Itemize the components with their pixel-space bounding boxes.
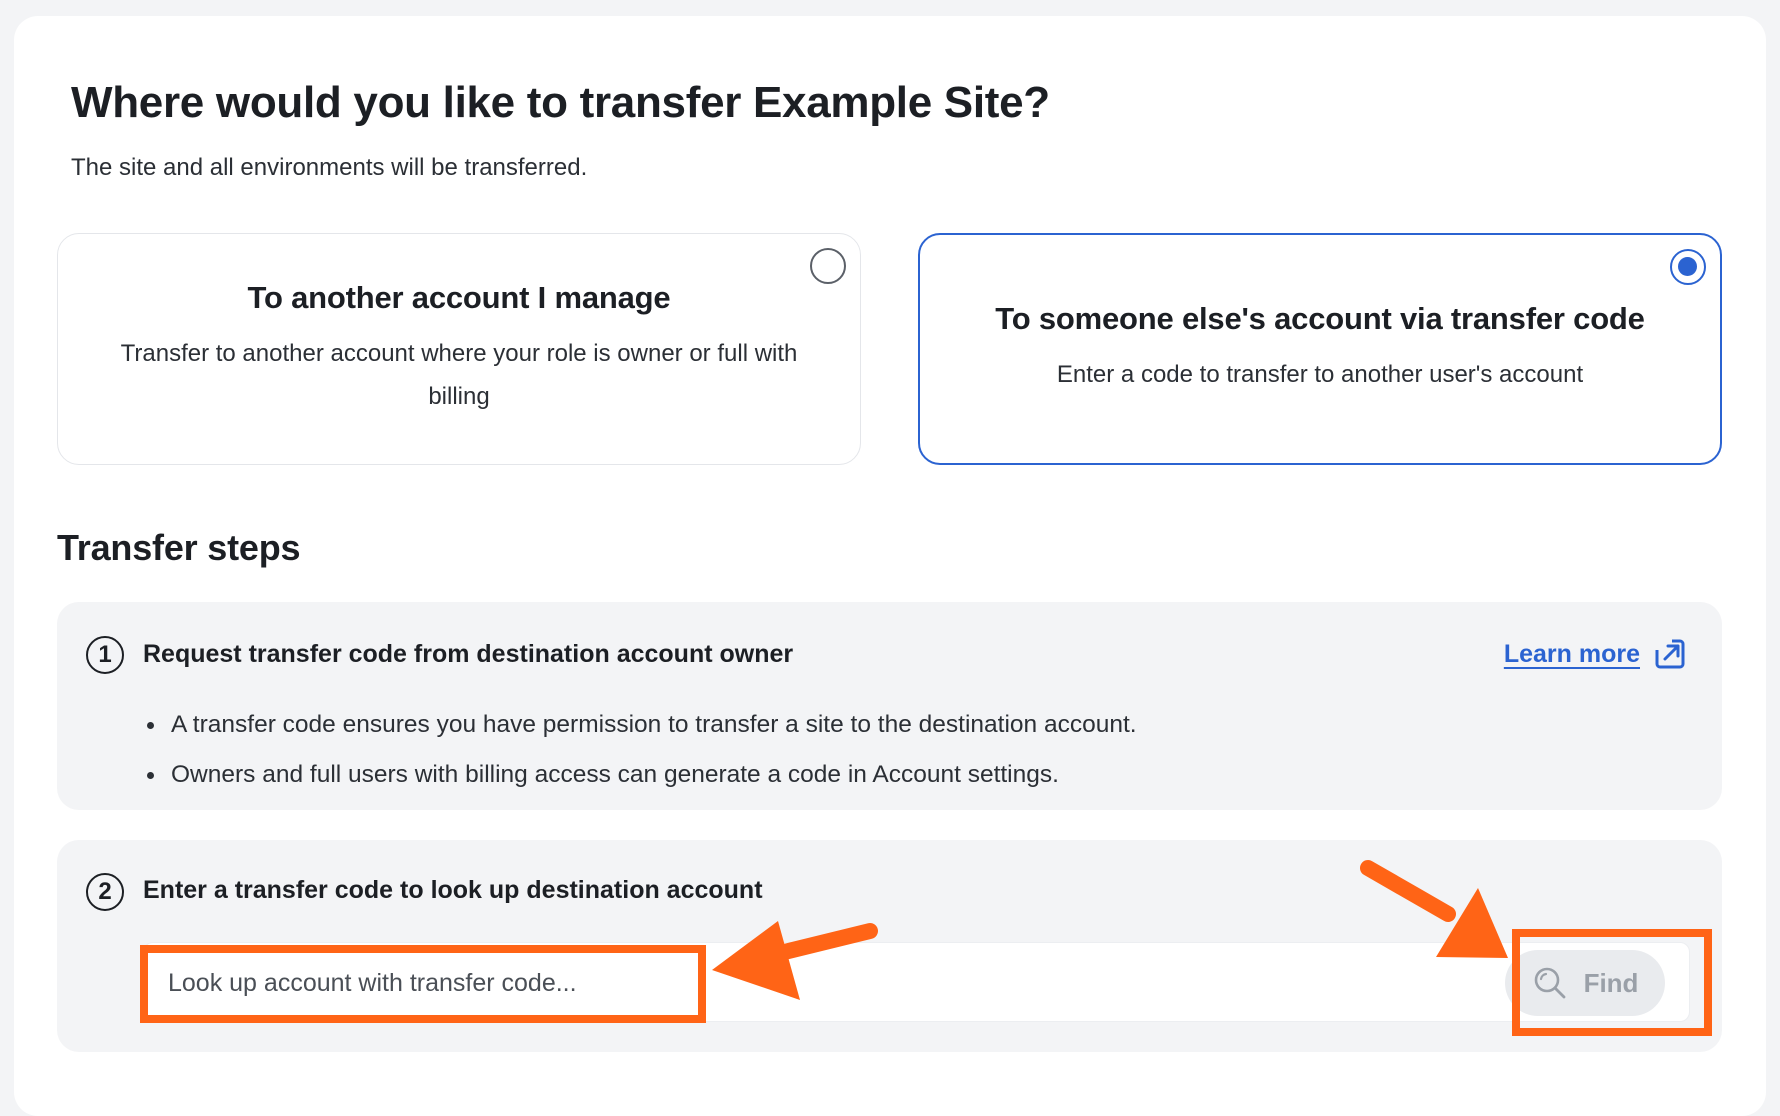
- step-request-code: 1 Request transfer code from destination…: [57, 602, 1722, 810]
- step-bullets: A transfer code ensures you have permiss…: [147, 700, 1137, 800]
- option-description: Transfer to another account where your r…: [120, 340, 798, 410]
- step-heading: Enter a transfer code to look up destina…: [143, 876, 763, 904]
- external-link-icon: [1654, 638, 1685, 669]
- page-subtitle: The site and all environments will be tr…: [71, 154, 588, 181]
- page-title: Where would you like to transfer Example…: [71, 78, 1050, 127]
- step-heading: Request transfer code from destination a…: [143, 640, 794, 668]
- learn-more-link[interactable]: Learn more: [1504, 638, 1686, 670]
- learn-more-label: Learn more: [1503, 639, 1640, 668]
- annotation-highlight-find: [1512, 929, 1712, 1036]
- annotation-highlight-input: [140, 945, 706, 1023]
- option-title: To another account I manage: [247, 280, 671, 315]
- section-title: Transfer steps: [57, 527, 301, 568]
- option-transfer-code[interactable]: To someone else's account via transfer c…: [918, 233, 1722, 465]
- step-number: 2: [86, 873, 124, 911]
- option-description: Enter a code to transfer to another user…: [1056, 361, 1584, 388]
- radio-another-account[interactable]: [810, 248, 846, 284]
- list-item: Owners and full users with billing acces…: [147, 750, 1137, 800]
- step-number: 1: [86, 636, 124, 674]
- option-another-account[interactable]: To another account I manage Transfer to …: [57, 233, 861, 465]
- radio-transfer-code[interactable]: [1670, 249, 1706, 285]
- option-title: To someone else's account via transfer c…: [995, 301, 1645, 336]
- list-item: A transfer code ensures you have permiss…: [147, 700, 1137, 750]
